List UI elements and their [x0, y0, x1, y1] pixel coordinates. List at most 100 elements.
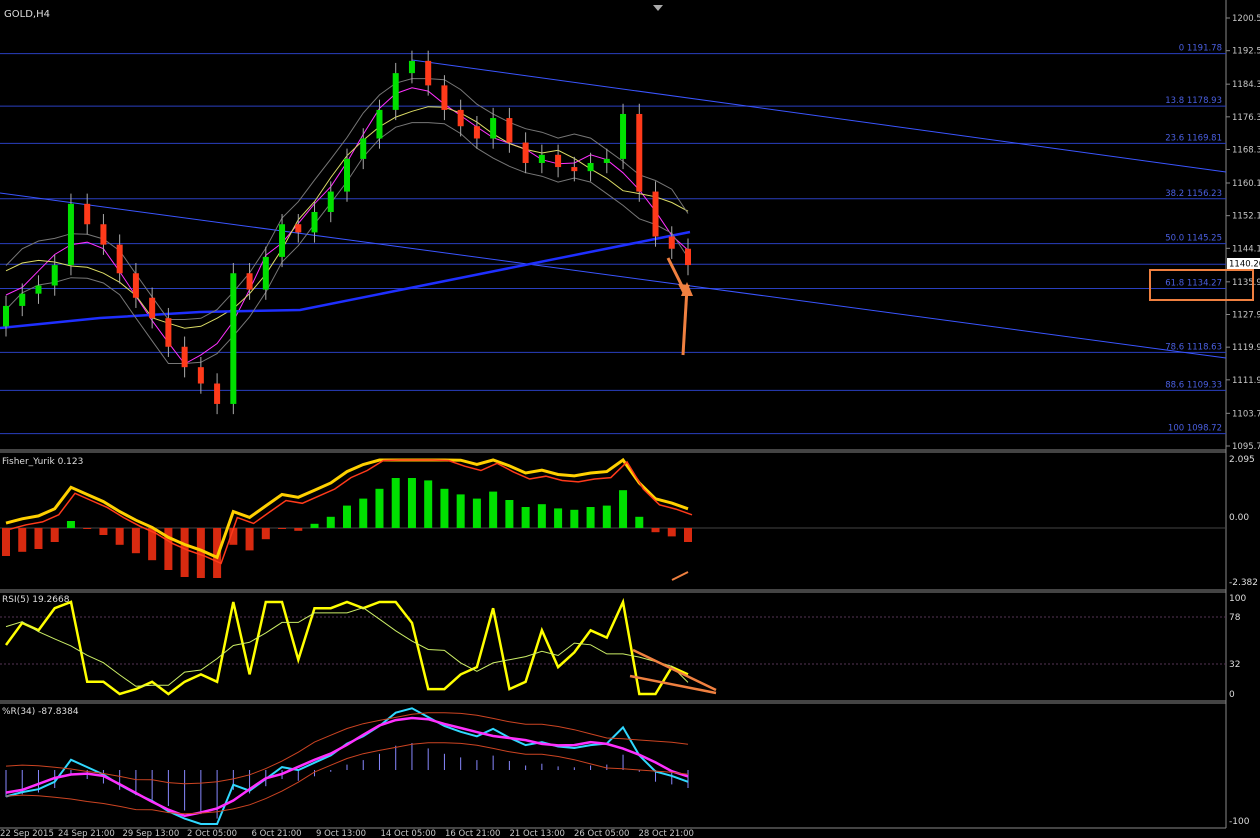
fisher-histogram-bar — [66, 521, 75, 528]
trading-chart[interactable]: 1200.50 1192.50 1184.30 1176.30 1168.30 1160.… — [0, 0, 1260, 838]
fisher-histogram-bar — [310, 523, 319, 528]
candle-body — [425, 60, 432, 86]
fisher-histogram-bar — [343, 505, 351, 528]
price-tick-label: 1152.10 — [1232, 212, 1260, 222]
chart-symbol-label: GOLD,H4 — [4, 9, 50, 20]
candle-body — [490, 118, 497, 139]
fisher-histogram-bar — [472, 498, 481, 528]
fisher-histogram-bar — [261, 528, 270, 540]
price-tick-label: 1127.90 — [1232, 310, 1260, 320]
panel-frames — [0, 0, 1227, 829]
fisher-histogram-bar — [180, 528, 189, 577]
candle-body — [392, 73, 399, 110]
fisher-histogram-bar — [537, 504, 546, 528]
ma-mid-line — [5, 106, 689, 329]
time-tick-label: 21 Oct 13:00 — [510, 829, 565, 838]
fisher-histogram-bar — [619, 490, 628, 528]
price-tick-label: 1160.10 — [1232, 179, 1260, 189]
candle-body — [3, 305, 9, 327]
fisher-histogram-bar — [570, 509, 579, 528]
fib-label: 88.6 1109.33 — [1165, 380, 1222, 390]
candle-body — [408, 60, 415, 74]
candle-body — [327, 191, 334, 212]
time-tick-label: 22 Sep 2015 — [0, 829, 54, 838]
fisher-tick-bottom: -2.382 — [1229, 578, 1258, 588]
candle-body — [441, 85, 448, 110]
candle-body — [668, 236, 675, 249]
candle-body — [620, 113, 627, 159]
chart-shift-marker[interactable] — [653, 5, 663, 11]
fib-label: 13.8 1178.93 — [1165, 96, 1222, 106]
candle-body — [279, 224, 286, 257]
price-tick-label: 1119.90 — [1232, 343, 1260, 353]
fisher-histogram-bar — [359, 498, 368, 528]
time-tick-label: 14 Oct 05:00 — [381, 829, 436, 838]
candle-body — [344, 158, 350, 192]
rsi-line — [4, 597, 689, 696]
wpr-band-upper — [5, 712, 689, 785]
fisher-arrow — [671, 571, 689, 581]
price-tick-label: 1144.10 — [1232, 244, 1260, 254]
wpr-label: %R(34) -87.8384 — [2, 707, 79, 717]
fib-label: 38.2 1156.23 — [1165, 189, 1222, 199]
time-tick-label: 6 Oct 21:00 — [252, 829, 302, 838]
price-tick-label: 1111.90 — [1232, 376, 1260, 386]
candle-body — [555, 154, 562, 168]
time-tick-label: 28 Oct 21:00 — [639, 829, 694, 838]
candle-body — [149, 297, 156, 319]
fisher-histogram-bar — [375, 488, 384, 528]
candle-body — [100, 224, 107, 245]
candle-body — [132, 273, 139, 298]
fisher-histogram-bar — [131, 528, 140, 554]
fisher-tick-zero: 0.00 — [1229, 513, 1249, 523]
candle-body — [165, 318, 172, 347]
time-tick-label: 2 Oct 05:00 — [187, 829, 237, 838]
annotations — [629, 257, 717, 695]
candle-body — [376, 109, 383, 139]
candle-body — [116, 244, 123, 274]
time-tick-label: 9 Oct 13:00 — [316, 829, 366, 838]
wpr-tick-bottom: -100 — [1229, 817, 1250, 827]
candle-body — [197, 367, 204, 384]
price-tick-label: 1135.90 — [1232, 278, 1260, 288]
fisher-histogram-bar — [326, 516, 335, 528]
candle-body — [230, 273, 237, 404]
rsi-panel — [4, 597, 689, 696]
fib-label: 23.6 1169.81 — [1165, 133, 1222, 143]
fisher-histogram-bar — [554, 508, 563, 528]
price-tick-label: 1192.50 — [1232, 47, 1260, 57]
price-axis: 1200.50 1192.50 1184.30 1176.30 1168.30 1160.… — [1226, 14, 1260, 452]
candle-body — [311, 211, 318, 233]
candle-body — [522, 142, 529, 163]
fisher-histogram-bar — [505, 500, 514, 528]
fisher-histogram-bar — [50, 528, 59, 542]
candle-body — [295, 224, 302, 233]
fib-label: 61.8 1134.27 — [1165, 278, 1222, 288]
candle-body — [35, 285, 42, 294]
time-tick-label: 16 Oct 21:00 — [445, 829, 500, 838]
fisher-histogram-bar — [99, 528, 108, 535]
candle-body — [51, 265, 58, 286]
candle-body — [506, 118, 513, 143]
candle-body — [538, 154, 545, 163]
candle-body — [262, 256, 269, 290]
candle-body — [67, 203, 74, 266]
fisher-histogram-bar — [456, 494, 465, 528]
fisher-histogram-bar — [391, 478, 400, 528]
rsi-tick-100: 100 — [1229, 594, 1246, 604]
candle-body — [19, 293, 26, 306]
fisher-histogram-bar — [684, 528, 692, 542]
candle-body — [587, 162, 594, 172]
fisher-histogram-bar — [115, 528, 124, 545]
fisher-histogram-bar — [2, 528, 10, 556]
time-tick-label: 26 Oct 05:00 — [574, 829, 629, 838]
candlestick-series — [3, 50, 691, 415]
fisher-histogram-bar — [635, 516, 644, 528]
fisher-histogram-bar — [245, 528, 254, 551]
fisher-histogram-bar — [294, 528, 303, 531]
candle-body — [473, 126, 480, 139]
candle-body — [685, 248, 691, 266]
price-tick-label: 1176.30 — [1232, 113, 1260, 123]
fib-label: 100 1098.72 — [1168, 424, 1222, 434]
fib-label: 50.0 1145.25 — [1165, 234, 1222, 244]
